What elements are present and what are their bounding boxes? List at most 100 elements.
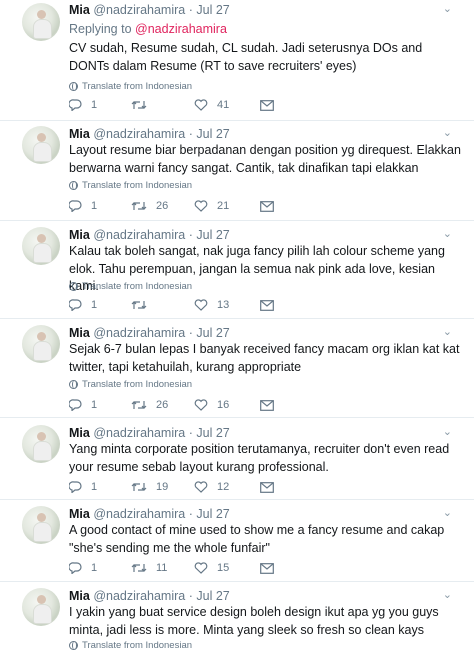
tweet[interactable]: Mia @nadzirahamira · Jul 27 ⌄ Replying t… <box>0 0 474 121</box>
display-name[interactable]: Mia <box>69 326 90 340</box>
separator-dot: · <box>188 507 193 521</box>
direct-message-button[interactable] <box>260 562 274 574</box>
direct-message-button[interactable] <box>260 200 274 212</box>
avatar[interactable] <box>22 588 60 626</box>
tweet-header: Mia @nadzirahamira · Jul 27 <box>69 3 230 18</box>
tweet-date[interactable]: Jul 27 <box>196 3 229 17</box>
user-handle[interactable]: @nadzirahamira <box>93 426 185 440</box>
heart-icon <box>194 99 208 111</box>
retweet-button[interactable]: 26 <box>131 200 194 212</box>
chevron-down-icon[interactable]: ⌄ <box>443 126 452 139</box>
heart-icon <box>194 200 208 212</box>
separator-dot: · <box>188 426 193 440</box>
like-button[interactable]: 41 <box>194 99 260 111</box>
tweet-actions: 1 26 16 <box>69 399 274 411</box>
tweet-date[interactable]: Jul 27 <box>196 589 229 603</box>
tweet-header: Mia @nadzirahamira · Jul 27 <box>69 589 230 604</box>
like-button[interactable]: 12 <box>194 481 260 493</box>
tweet-date[interactable]: Jul 27 <box>196 507 229 521</box>
user-handle[interactable]: @nadzirahamira <box>93 127 185 141</box>
reply-icon <box>69 200 82 212</box>
translate-link[interactable]: Translate from Indonesian <box>69 281 192 292</box>
tweet[interactable]: Mia @nadzirahamira · Jul 27 ⌄ A good con… <box>0 500 474 582</box>
display-name[interactable]: Mia <box>69 127 90 141</box>
translate-link[interactable]: Translate from Indonesian <box>69 180 192 191</box>
translate-label[interactable]: Translate from Indonesian <box>82 180 192 191</box>
direct-message-button[interactable] <box>260 481 274 493</box>
globe-icon <box>69 641 78 650</box>
chevron-down-icon[interactable]: ⌄ <box>443 588 452 601</box>
reply-button[interactable]: 1 <box>69 399 131 411</box>
user-handle[interactable]: @nadzirahamira <box>93 3 185 17</box>
replying-to-handle-link[interactable]: @nadzirahamira <box>135 22 227 36</box>
reply-button[interactable]: 1 <box>69 562 131 574</box>
avatar[interactable] <box>22 227 60 265</box>
direct-message-button[interactable] <box>260 99 274 111</box>
display-name[interactable]: Mia <box>69 228 90 242</box>
like-button[interactable]: 15 <box>194 562 260 574</box>
user-handle[interactable]: @nadzirahamira <box>93 507 185 521</box>
reply-icon <box>69 562 82 574</box>
retweet-button[interactable] <box>131 299 194 311</box>
avatar[interactable] <box>22 425 60 463</box>
translate-label[interactable]: Translate from Indonesian <box>82 281 192 292</box>
display-name[interactable]: Mia <box>69 589 90 603</box>
chevron-down-icon[interactable]: ⌄ <box>443 506 452 519</box>
reply-button[interactable]: 1 <box>69 481 131 493</box>
tweet[interactable]: Mia @nadzirahamira · Jul 27 ⌄ Yang minta… <box>0 418 474 500</box>
globe-icon <box>69 282 78 291</box>
translate-link[interactable]: Translate from Indonesian <box>69 81 192 92</box>
direct-message-button[interactable] <box>260 399 274 411</box>
tweet-date[interactable]: Jul 27 <box>196 127 229 141</box>
display-name[interactable]: Mia <box>69 507 90 521</box>
like-button[interactable]: 16 <box>194 399 260 411</box>
reply-button[interactable]: 1 <box>69 200 131 212</box>
display-name[interactable]: Mia <box>69 3 90 17</box>
tweet-thread: Mia @nadzirahamira · Jul 27 ⌄ Replying t… <box>0 0 474 650</box>
retweet-button[interactable]: 26 <box>131 399 194 411</box>
tweet-header: Mia @nadzirahamira · Jul 27 <box>69 326 230 341</box>
direct-message-button[interactable] <box>260 299 274 311</box>
tweet[interactable]: Mia @nadzirahamira · Jul 27 ⌄ I yakin ya… <box>0 582 474 650</box>
tweet-text: Sejak 6-7 bulan lepas I banyak received … <box>69 342 460 374</box>
user-handle[interactable]: @nadzirahamira <box>93 228 185 242</box>
tweet-date[interactable]: Jul 27 <box>196 426 229 440</box>
chevron-down-icon[interactable]: ⌄ <box>443 325 452 338</box>
translate-label[interactable]: Translate from Indonesian <box>82 640 192 650</box>
tweet-actions: 1 19 12 <box>69 481 274 493</box>
avatar[interactable] <box>22 3 60 41</box>
tweet[interactable]: Mia @nadzirahamira · Jul 27 ⌄ Kalau tak … <box>0 221 474 319</box>
tweet-actions: 1 11 15 <box>69 562 274 574</box>
retweet-button[interactable]: 11 <box>131 562 194 574</box>
like-button[interactable]: 21 <box>194 200 260 212</box>
like-button[interactable]: 13 <box>194 299 260 311</box>
translate-label[interactable]: Translate from Indonesian <box>82 379 192 390</box>
reply-button[interactable]: 1 <box>69 299 131 311</box>
like-count: 16 <box>217 399 230 411</box>
user-handle[interactable]: @nadzirahamira <box>93 589 185 603</box>
avatar[interactable] <box>22 325 60 363</box>
tweet-date[interactable]: Jul 27 <box>196 228 229 242</box>
separator-dot: · <box>188 228 193 242</box>
avatar[interactable] <box>22 506 60 544</box>
avatar[interactable] <box>22 126 60 164</box>
tweet-text: Layout resume biar berpadanan dengan pos… <box>69 143 461 175</box>
tweet[interactable]: Mia @nadzirahamira · Jul 27 ⌄ Sejak 6-7 … <box>0 319 474 418</box>
tweet-date[interactable]: Jul 27 <box>196 326 229 340</box>
retweet-button[interactable]: 19 <box>131 481 194 493</box>
chevron-down-icon[interactable]: ⌄ <box>443 227 452 240</box>
translate-link[interactable]: Translate from Indonesian <box>69 379 192 390</box>
display-name[interactable]: Mia <box>69 426 90 440</box>
retweet-count: 26 <box>156 399 169 411</box>
retweet-button[interactable] <box>131 99 194 111</box>
tweet-text: CV sudah, Resume sudah, CL sudah. Jadi s… <box>69 41 423 73</box>
translate-link[interactable]: Translate from Indonesian <box>69 640 192 650</box>
tweet-actions: 1 13 <box>69 299 274 311</box>
like-count: 41 <box>217 99 230 111</box>
user-handle[interactable]: @nadzirahamira <box>93 326 185 340</box>
chevron-down-icon[interactable]: ⌄ <box>443 425 452 438</box>
chevron-down-icon[interactable]: ⌄ <box>443 2 452 15</box>
tweet[interactable]: Mia @nadzirahamira · Jul 27 ⌄ Layout res… <box>0 121 474 221</box>
translate-label[interactable]: Translate from Indonesian <box>82 81 192 92</box>
reply-button[interactable]: 1 <box>69 99 131 111</box>
